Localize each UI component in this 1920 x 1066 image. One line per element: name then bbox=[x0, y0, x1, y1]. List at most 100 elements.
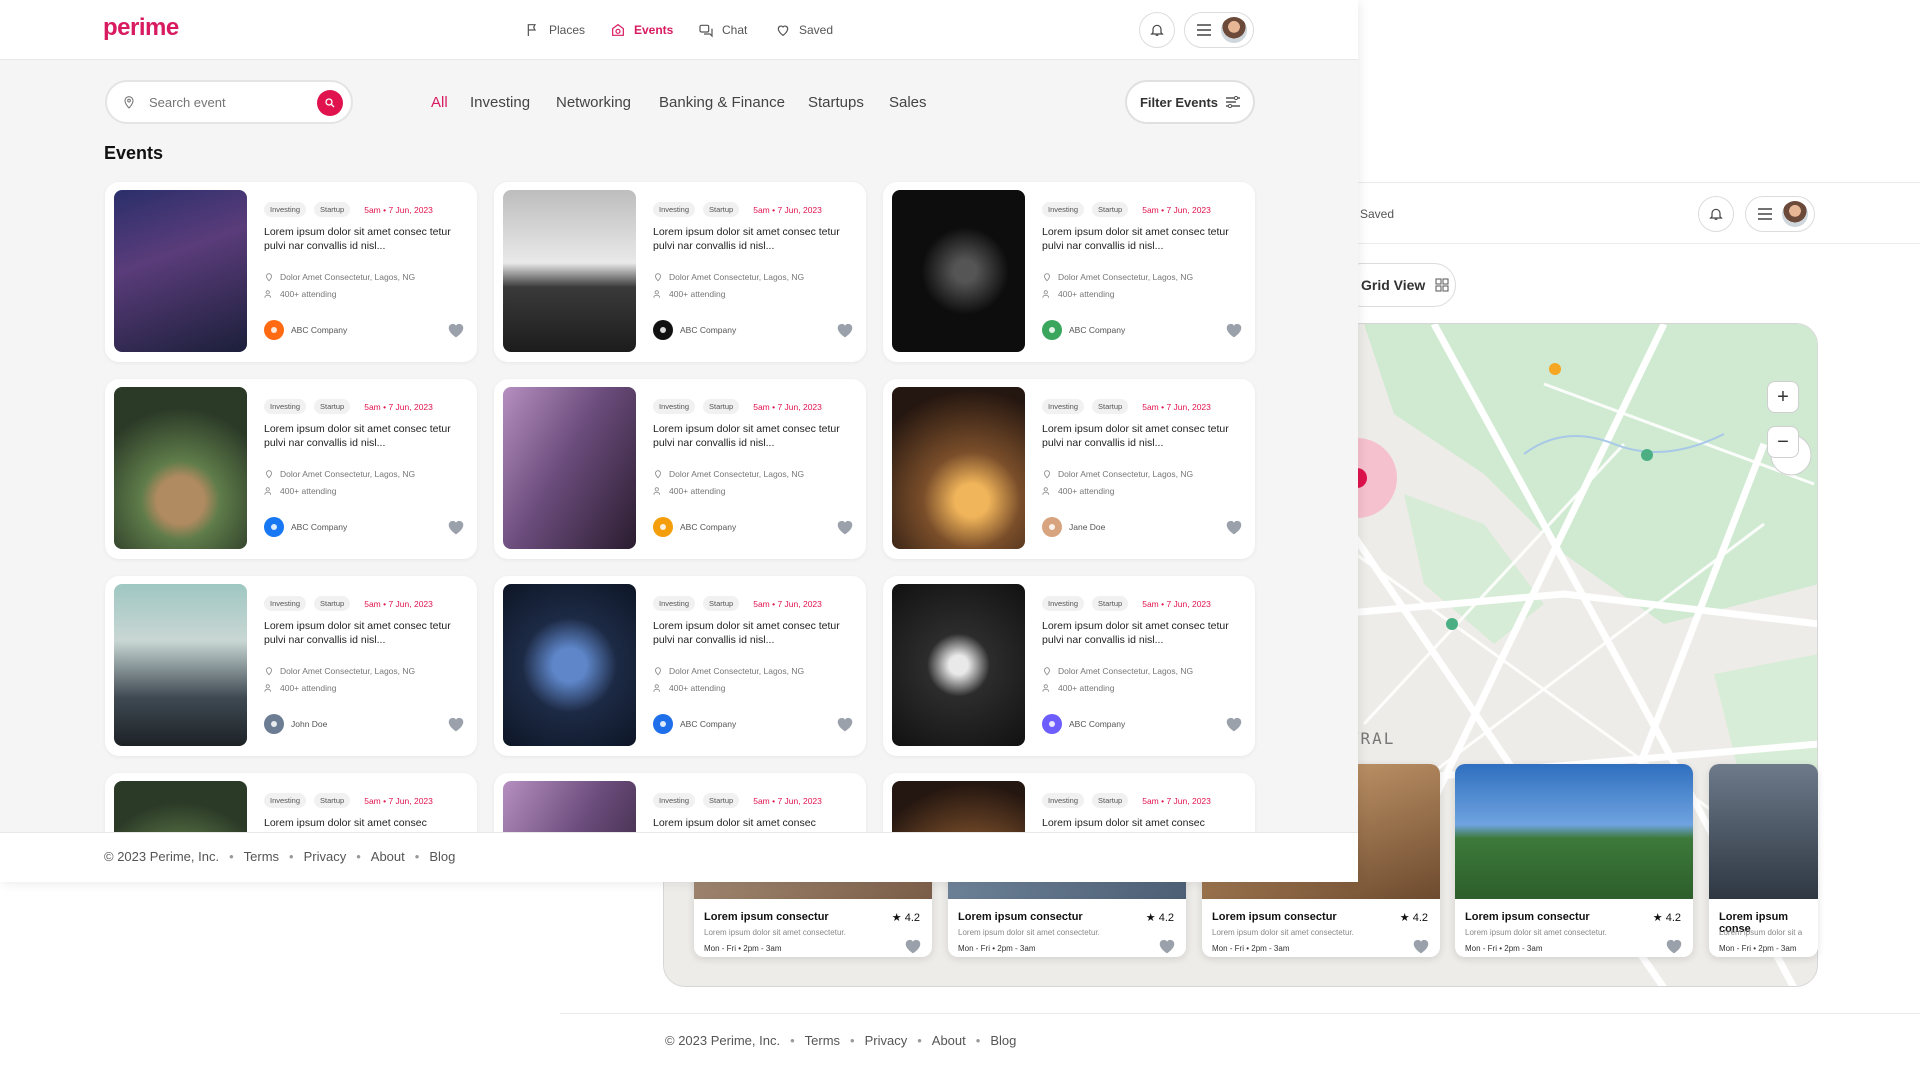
event-title[interactable]: Lorem ipsum dolor sit amet consec tetur … bbox=[264, 423, 464, 450]
nav-saved-label[interactable]: Saved bbox=[1360, 207, 1394, 221]
event-tag[interactable]: Startup bbox=[703, 793, 740, 808]
user-menu-button[interactable] bbox=[1184, 12, 1254, 48]
event-tag[interactable]: Startup bbox=[1092, 399, 1129, 414]
search-button[interactable] bbox=[317, 90, 343, 116]
place-card[interactable]: Lorem ipsum conse Lorem ipsum dolor sit … bbox=[1709, 764, 1818, 957]
event-tag[interactable]: Investing bbox=[264, 596, 307, 611]
category-tab-all[interactable]: All bbox=[431, 94, 448, 111]
event-title[interactable]: Lorem ipsum dolor sit amet consec tetur … bbox=[1042, 620, 1242, 647]
footer-link-blog[interactable]: Blog bbox=[990, 1033, 1016, 1048]
event-card[interactable]: Investing Startup 5am • 7 Jun, 2023 Lore… bbox=[494, 182, 866, 362]
place-title[interactable]: Lorem ipsum consectur bbox=[1212, 911, 1337, 923]
place-title[interactable]: Lorem ipsum consectur bbox=[704, 911, 829, 923]
event-title[interactable]: Lorem ipsum dolor sit amet consec bbox=[1042, 817, 1242, 831]
event-tag[interactable]: Investing bbox=[653, 399, 696, 414]
event-tag[interactable]: Investing bbox=[1042, 399, 1085, 414]
event-tag[interactable]: Startup bbox=[703, 202, 740, 217]
event-organizer[interactable]: ABC Company bbox=[653, 320, 736, 340]
heart-icon[interactable] bbox=[1225, 519, 1243, 535]
heart-icon[interactable] bbox=[447, 716, 465, 732]
category-tab-sales[interactable]: Sales bbox=[889, 94, 927, 111]
event-tag[interactable]: Investing bbox=[653, 596, 696, 611]
event-title[interactable]: Lorem ipsum dolor sit amet consec tetur … bbox=[1042, 423, 1242, 450]
place-title[interactable]: Lorem ipsum consectur bbox=[958, 911, 1083, 923]
footer-link-privacy[interactable]: Privacy bbox=[304, 849, 347, 864]
event-title[interactable]: Lorem ipsum dolor sit amet consec bbox=[264, 817, 464, 831]
heart-icon[interactable] bbox=[1665, 938, 1683, 954]
event-card[interactable]: Investing Startup 5am • 7 Jun, 2023 Lore… bbox=[494, 379, 866, 559]
footer-link-privacy[interactable]: Privacy bbox=[865, 1033, 908, 1048]
heart-icon[interactable] bbox=[904, 938, 922, 954]
event-organizer[interactable]: ABC Company bbox=[264, 517, 347, 537]
heart-icon[interactable] bbox=[836, 716, 854, 732]
place-card[interactable]: Lorem ipsum consectur ★ 4.2 Lorem ipsum … bbox=[1455, 764, 1693, 957]
event-title[interactable]: Lorem ipsum dolor sit amet consec tetur … bbox=[653, 423, 853, 450]
heart-icon[interactable] bbox=[447, 519, 465, 535]
event-tag[interactable]: Investing bbox=[1042, 793, 1085, 808]
event-organizer[interactable]: ABC Company bbox=[264, 320, 347, 340]
nav-chat[interactable]: Chat bbox=[698, 22, 747, 38]
event-organizer[interactable]: ABC Company bbox=[653, 714, 736, 734]
category-tab-networking[interactable]: Networking bbox=[556, 94, 631, 111]
event-organizer[interactable]: ABC Company bbox=[653, 517, 736, 537]
event-tag[interactable]: Startup bbox=[703, 596, 740, 611]
nav-saved[interactable]: Saved bbox=[775, 22, 833, 38]
event-card[interactable]: Investing Startup 5am • 7 Jun, 2023 Lore… bbox=[883, 182, 1255, 362]
event-tag[interactable]: Startup bbox=[1092, 596, 1129, 611]
heart-icon[interactable] bbox=[836, 322, 854, 338]
event-tag[interactable]: Investing bbox=[653, 202, 696, 217]
event-title[interactable]: Lorem ipsum dolor sit amet consec tetur … bbox=[653, 620, 853, 647]
event-tag[interactable]: Startup bbox=[1092, 202, 1129, 217]
event-card[interactable]: Investing Startup 5am • 7 Jun, 2023 Lore… bbox=[494, 576, 866, 756]
filter-events-button[interactable]: Filter Events bbox=[1125, 80, 1255, 124]
notification-button[interactable] bbox=[1139, 12, 1175, 48]
event-tag[interactable]: Startup bbox=[703, 399, 740, 414]
event-title[interactable]: Lorem ipsum dolor sit amet consec tetur … bbox=[264, 620, 464, 647]
heart-icon[interactable] bbox=[836, 519, 854, 535]
event-tag[interactable]: Startup bbox=[1092, 793, 1129, 808]
footer-link-terms[interactable]: Terms bbox=[244, 849, 279, 864]
heart-icon[interactable] bbox=[1225, 322, 1243, 338]
event-tag[interactable]: Startup bbox=[314, 793, 351, 808]
place-title[interactable]: Lorem ipsum consectur bbox=[1465, 911, 1590, 923]
event-card[interactable]: Investing Startup 5am • 7 Jun, 2023 Lore… bbox=[105, 182, 477, 362]
event-organizer[interactable]: John Doe bbox=[264, 714, 327, 734]
user-menu-button[interactable] bbox=[1745, 196, 1815, 232]
event-tag[interactable]: Startup bbox=[314, 596, 351, 611]
footer-link-blog[interactable]: Blog bbox=[429, 849, 455, 864]
event-tag[interactable]: Startup bbox=[314, 202, 351, 217]
event-organizer[interactable]: ABC Company bbox=[1042, 714, 1125, 734]
category-tab-investing[interactable]: Investing bbox=[470, 94, 530, 111]
event-card[interactable]: Investing Startup 5am • 7 Jun, 2023 Lore… bbox=[105, 576, 477, 756]
event-title[interactable]: Lorem ipsum dolor sit amet consec bbox=[653, 817, 853, 831]
event-title[interactable]: Lorem ipsum dolor sit amet consec tetur … bbox=[653, 226, 853, 253]
event-card[interactable]: Investing Startup 5am • 7 Jun, 2023 Lore… bbox=[105, 379, 477, 559]
category-tab-banking-finance[interactable]: Banking & Finance bbox=[659, 94, 785, 111]
nav-places[interactable]: Places bbox=[525, 22, 585, 38]
event-tag[interactable]: Investing bbox=[1042, 202, 1085, 217]
footer-link-about[interactable]: About bbox=[371, 849, 405, 864]
brand-logo[interactable]: perime bbox=[103, 14, 179, 42]
event-title[interactable]: Lorem ipsum dolor sit amet consec tetur … bbox=[1042, 226, 1242, 253]
event-organizer[interactable]: Jane Doe bbox=[1042, 517, 1105, 537]
event-tag[interactable]: Investing bbox=[1042, 596, 1085, 611]
event-tag[interactable]: Startup bbox=[314, 399, 351, 414]
event-card[interactable]: Investing Startup 5am • 7 Jun, 2023 Lore… bbox=[883, 576, 1255, 756]
zoom-in-button[interactable]: + bbox=[1767, 381, 1799, 413]
nav-events[interactable]: Events bbox=[610, 22, 673, 38]
heart-icon[interactable] bbox=[1158, 938, 1176, 954]
search-input[interactable] bbox=[149, 94, 299, 110]
event-title[interactable]: Lorem ipsum dolor sit amet consec tetur … bbox=[264, 226, 464, 253]
heart-icon[interactable] bbox=[1412, 938, 1430, 954]
heart-icon[interactable] bbox=[447, 322, 465, 338]
event-tag[interactable]: Investing bbox=[264, 202, 307, 217]
event-card[interactable]: Investing Startup 5am • 7 Jun, 2023 Lore… bbox=[883, 379, 1255, 559]
category-tab-startups[interactable]: Startups bbox=[808, 94, 864, 111]
event-tag[interactable]: Investing bbox=[653, 793, 696, 808]
footer-link-about[interactable]: About bbox=[932, 1033, 966, 1048]
event-tag[interactable]: Investing bbox=[264, 793, 307, 808]
heart-icon[interactable] bbox=[1225, 716, 1243, 732]
zoom-out-button[interactable]: − bbox=[1767, 426, 1799, 458]
notification-button[interactable] bbox=[1698, 196, 1734, 232]
event-tag[interactable]: Investing bbox=[264, 399, 307, 414]
